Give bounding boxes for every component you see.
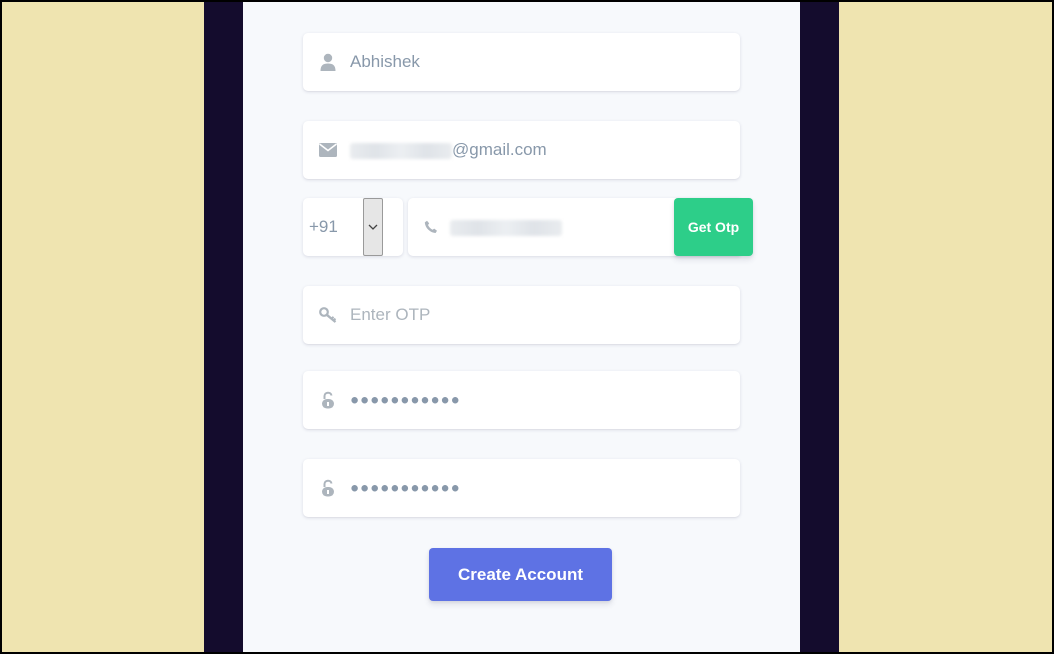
phone-value [450,217,562,237]
user-icon [319,53,337,71]
email-domain: @gmail.com [452,140,547,159]
password-value: ●●●●●●●●●●● [350,391,461,409]
name-field[interactable]: Abhishek [303,33,740,91]
unlock-icon [319,391,337,409]
country-code-select[interactable]: +91 [303,198,403,256]
otp-field[interactable]: Enter OTP [303,286,740,344]
email-redacted [350,142,452,159]
otp-placeholder: Enter OTP [350,305,431,324]
email-value: @gmail.com [350,140,547,160]
phone-redacted [450,219,562,236]
create-account-button[interactable]: Create Account [429,548,612,601]
chevron-down-icon[interactable] [363,198,383,256]
email-field[interactable]: @gmail.com [303,121,740,179]
name-value: Abhishek [350,52,420,71]
get-otp-button[interactable]: Get Otp [674,198,753,256]
phone-icon [422,218,440,236]
confirm-password-field[interactable]: ●●●●●●●●●●● [303,459,740,517]
unlock-icon [319,479,337,497]
key-icon [319,306,337,324]
confirm-password-value: ●●●●●●●●●●● [350,479,461,497]
envelope-icon [319,141,337,159]
country-code-value: +91 [309,217,338,236]
password-field[interactable]: ●●●●●●●●●●● [303,371,740,429]
